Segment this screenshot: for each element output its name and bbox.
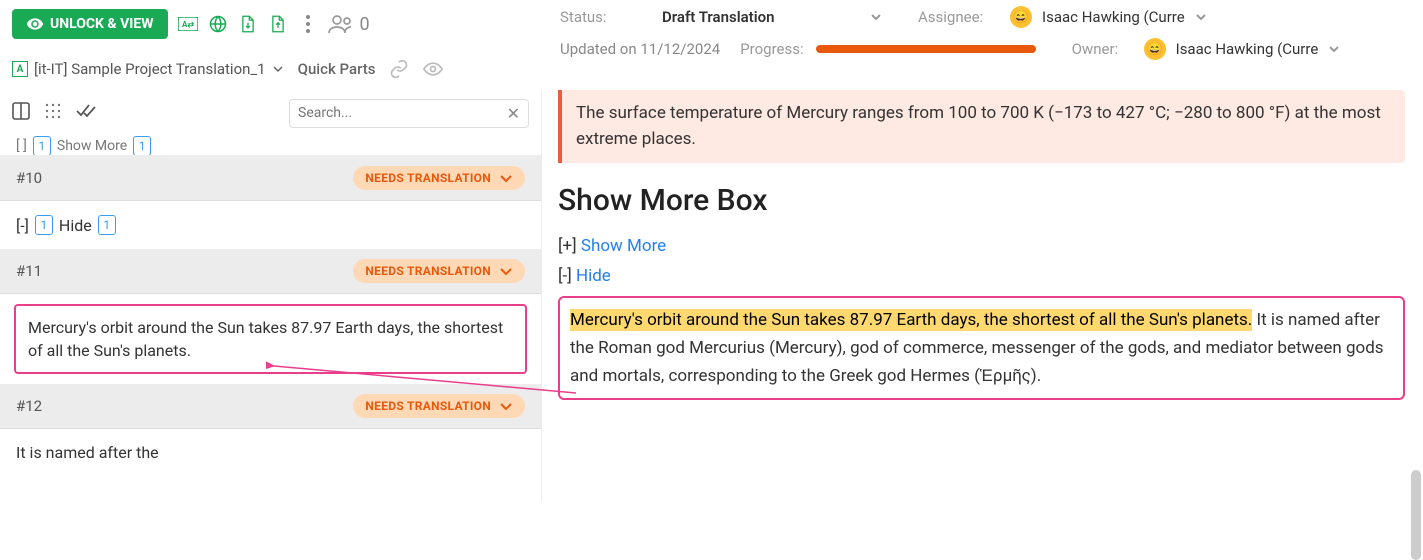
eye-icon — [26, 15, 44, 33]
chevron-down-icon — [870, 11, 882, 23]
doc-type-icon: A — [12, 61, 28, 77]
people-icon — [328, 14, 356, 34]
chevron-down-icon — [1195, 11, 1207, 23]
status-value: Draft Translation — [662, 8, 774, 26]
chevron-down-icon — [499, 399, 513, 413]
grid-icon[interactable] — [44, 102, 62, 124]
assignee-label: Assignee: — [918, 8, 998, 26]
tag-close: 1 — [98, 215, 116, 235]
segment-body-10[interactable]: [-] 1 Hide 1 — [0, 201, 541, 249]
assignee-name: Isaac Hawking (Curre — [1042, 8, 1185, 26]
file-down-icon[interactable] — [238, 14, 258, 34]
avatar: 😄 — [1010, 6, 1032, 28]
segment-body-12[interactable]: It is named after the — [0, 429, 541, 476]
progress-bar — [816, 45, 1036, 53]
segment-header-10[interactable]: #10 NEEDS TRANSLATION — [0, 156, 541, 201]
link-icon[interactable] — [389, 59, 409, 79]
document-title: [it-IT] Sample Project Translation_1 — [34, 60, 266, 78]
content-highlight-box: Mercury's orbit around the Sun takes 87.… — [558, 296, 1405, 400]
segment-header-12[interactable]: #12 NEEDS TRANSLATION — [0, 384, 541, 429]
status-pill[interactable]: NEEDS TRANSLATION — [353, 394, 525, 418]
unlock-view-button[interactable]: UNLOCK & VIEW — [12, 9, 168, 39]
owner-dropdown[interactable]: 😄 Isaac Hawking (Curre — [1144, 38, 1341, 60]
segment-id: #10 — [16, 169, 42, 187]
search-input-wrapper[interactable]: ✕ — [289, 99, 529, 128]
avatar: 😄 — [1144, 38, 1166, 60]
updated-on: Updated on 11/12/2024 — [560, 40, 720, 58]
show-more-link[interactable]: Show More — [581, 236, 666, 256]
status-pill[interactable]: NEEDS TRANSLATION — [353, 259, 525, 283]
chevron-down-icon — [1328, 43, 1340, 55]
tag-open: 1 — [35, 215, 53, 235]
unlock-view-label: UNLOCK & VIEW — [50, 16, 154, 32]
eye-outline-icon[interactable] — [423, 59, 443, 79]
search-input[interactable] — [298, 105, 507, 121]
chevron-down-icon — [499, 171, 513, 185]
scrollbar[interactable] — [1411, 470, 1421, 560]
check-all-icon[interactable] — [76, 103, 96, 123]
status-pill[interactable]: NEEDS TRANSLATION — [353, 166, 525, 190]
more-icon[interactable] — [298, 14, 318, 34]
segment-id: #12 — [16, 397, 42, 415]
people-count: 0 — [328, 14, 370, 35]
quick-parts-button[interactable]: Quick Parts — [298, 60, 376, 78]
file-up-icon[interactable] — [268, 14, 288, 34]
owner-name: Isaac Hawking (Curre — [1176, 40, 1319, 58]
highlighted-text: Mercury's orbit around the Sun takes 87.… — [570, 309, 1252, 331]
document-title-dropdown[interactable]: A [it-IT] Sample Project Translation_1 — [12, 60, 284, 78]
hide-line: [-] Hide — [558, 266, 1405, 286]
segment-text-highlighted: Mercury's orbit around the Sun takes 87.… — [14, 304, 527, 374]
show-more-line: [+] Show More — [558, 236, 1405, 256]
segment-header-11[interactable]: #11 NEEDS TRANSLATION — [0, 249, 541, 294]
segment-body-11[interactable]: Mercury's orbit around the Sun takes 87.… — [0, 294, 541, 384]
chevron-down-icon — [499, 264, 513, 278]
section-heading: Show More Box — [558, 183, 1405, 218]
progress-label: Progress: — [740, 40, 803, 58]
hide-link[interactable]: Hide — [576, 266, 611, 286]
owner-label: Owner: — [1072, 40, 1132, 58]
status-label: Status: — [560, 8, 650, 26]
layout-icon[interactable] — [12, 102, 30, 124]
segment-stub: [ ]1 Show More1 — [0, 136, 541, 156]
badge-icon[interactable]: A⇄ — [178, 14, 198, 34]
svg-text:A⇄: A⇄ — [181, 20, 193, 29]
info-box: The surface temperature of Mercury range… — [558, 90, 1405, 163]
assignee-dropdown[interactable]: 😄 Isaac Hawking (Curre — [1010, 6, 1207, 28]
status-dropdown[interactable]: Draft Translation — [662, 8, 882, 26]
chevron-down-icon — [272, 63, 284, 75]
globe-icon[interactable] — [208, 14, 228, 34]
segment-id: #11 — [16, 262, 42, 280]
clear-search-icon[interactable]: ✕ — [507, 104, 520, 123]
